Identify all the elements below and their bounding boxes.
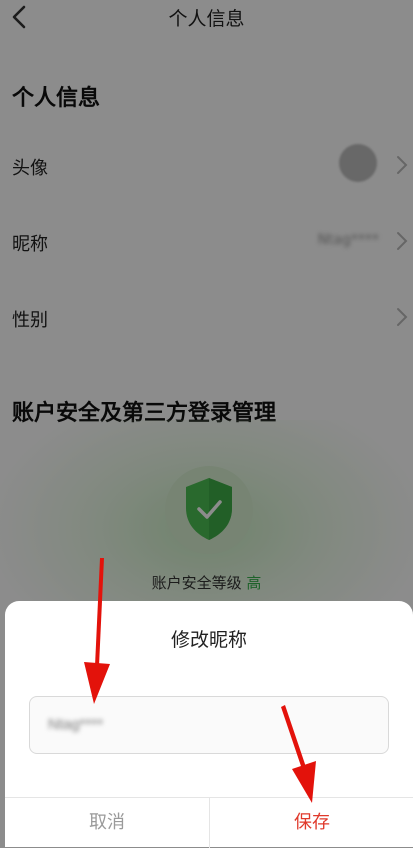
- save-button[interactable]: 保存: [209, 798, 413, 848]
- annotation-arrow-save: [281, 705, 316, 803]
- dialog-title: 修改昵称: [170, 629, 247, 651]
- annotation-arrow-input: [84, 558, 110, 704]
- dialog-buttons: 取消 保存: [5, 797, 413, 848]
- edit-nickname-dialog: 修改昵称 取消 保存: [5, 601, 413, 848]
- cancel-button[interactable]: 取消: [5, 798, 209, 848]
